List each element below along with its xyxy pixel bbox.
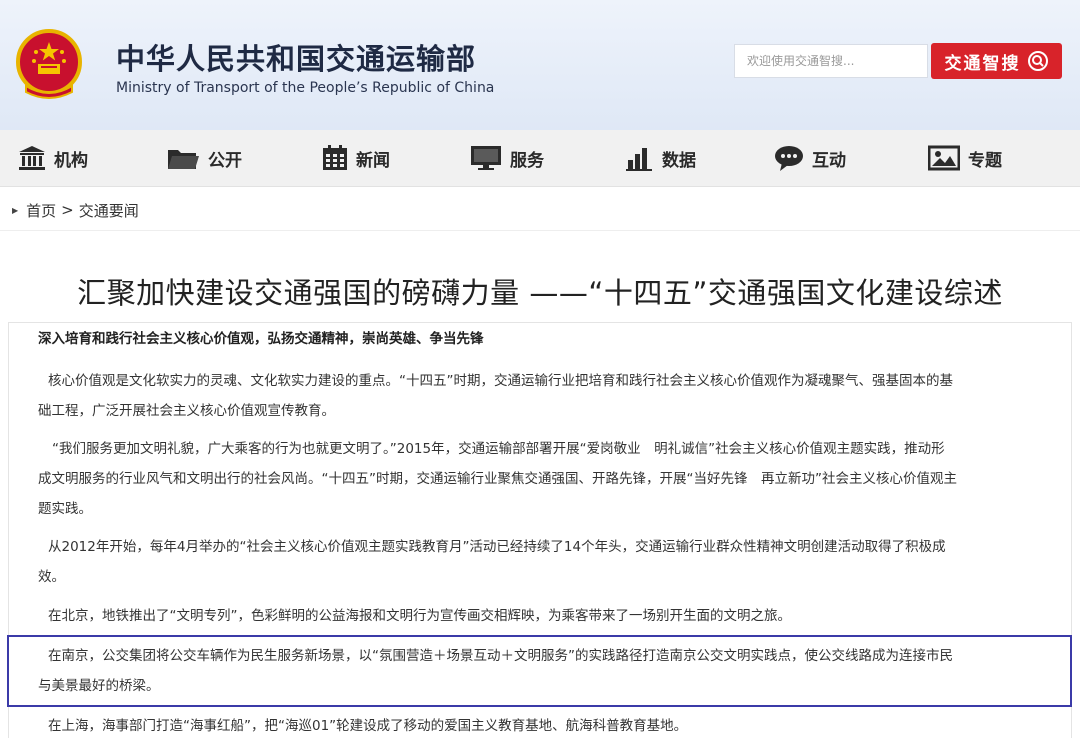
nav-item-topics[interactable]: 专题 — [928, 140, 1002, 176]
nav-item-interaction[interactable]: 互动 — [774, 140, 846, 176]
site-header: 中华人民共和国交通运输部 Ministry of Transport of th… — [0, 0, 1080, 130]
nav-item-news[interactable]: 新闻 — [322, 140, 390, 176]
article-paragraph: 从2012年开始，每年4月举办的“社会主义核心价值观主题实践教育月”活动已经持续… — [38, 539, 946, 585]
building-icon — [19, 146, 45, 170]
nav-label: 互动 — [812, 150, 846, 171]
folder-icon — [168, 150, 199, 169]
nav-label: 数据 — [662, 150, 696, 171]
breadcrumb: ▶ 首页 > 交通要闻 — [12, 198, 139, 222]
breadcrumb-arrow-icon: ▶ — [12, 205, 19, 215]
nav-item-public[interactable]: 公开 — [166, 140, 242, 176]
calendar-icon — [323, 145, 347, 170]
main-nav: 机构 公开 新闻 服务 数据 互动 专题 — [0, 130, 1080, 187]
breadcrumb-home-link[interactable]: 首页 — [26, 200, 56, 221]
nav-item-services[interactable]: 服务 — [470, 140, 544, 176]
article-paragraph: 在上海，海事部门打造“海事红船”，把“海巡01”轮建设成了移动的爱国主义教育基地… — [48, 718, 688, 734]
article-subheading: 深入培育和践行社会主义核心价值观，弘扬交通精神，崇尚英雄、争当先锋 — [38, 331, 484, 347]
national-emblem-icon[interactable] — [14, 28, 84, 100]
nav-label: 服务 — [510, 150, 544, 171]
site-subtitle: Ministry of Transport of the People’s Re… — [116, 80, 495, 96]
chat-bubble-icon — [775, 146, 803, 171]
header-divider — [0, 230, 1080, 231]
search-button[interactable]: 交通智搜 — [931, 43, 1062, 79]
bar-chart-icon — [626, 148, 652, 171]
article-title: 汇聚加快建设交通强国的磅礴力量 ——“十四五”交通强国文化建设综述 — [77, 276, 1003, 310]
nav-item-institutions[interactable]: 机构 — [18, 140, 88, 176]
breadcrumb-separator: > — [61, 201, 74, 219]
image-icon — [928, 145, 960, 171]
article-paragraph: 核心价值观是文化软实力的灵魂、文化软实力建设的重点。“十四五”时期，交通运输行业… — [38, 373, 953, 419]
nav-label: 公开 — [208, 150, 242, 171]
site-title[interactable]: 中华人民共和国交通运输部 — [116, 36, 476, 78]
breadcrumb-current-link[interactable]: 交通要闻 — [79, 200, 139, 221]
search-input[interactable] — [734, 44, 928, 78]
nav-label: 机构 — [54, 150, 88, 171]
nav-item-data[interactable]: 数据 — [626, 140, 696, 176]
article-paragraph-highlighted: 在南京，公交集团将公交车辆作为民生服务新场景，以“氛围营造＋场景互动＋文明服务”… — [38, 648, 953, 694]
search-icon — [1027, 51, 1048, 71]
article-paragraph: “我们服务更加文明礼貌，广大乘客的行为也就更文明了。”2015年，交通运输部部署… — [38, 441, 957, 517]
monitor-icon — [471, 146, 501, 170]
nav-label: 新闻 — [356, 150, 390, 171]
search-button-label: 交通智搜 — [944, 53, 1021, 74]
article-paragraph: 在北京，地铁推出了“文明专列”，色彩鲜明的公益海报和文明行为宣传画交相辉映，为乘… — [48, 608, 791, 624]
nav-label: 专题 — [968, 150, 1002, 171]
